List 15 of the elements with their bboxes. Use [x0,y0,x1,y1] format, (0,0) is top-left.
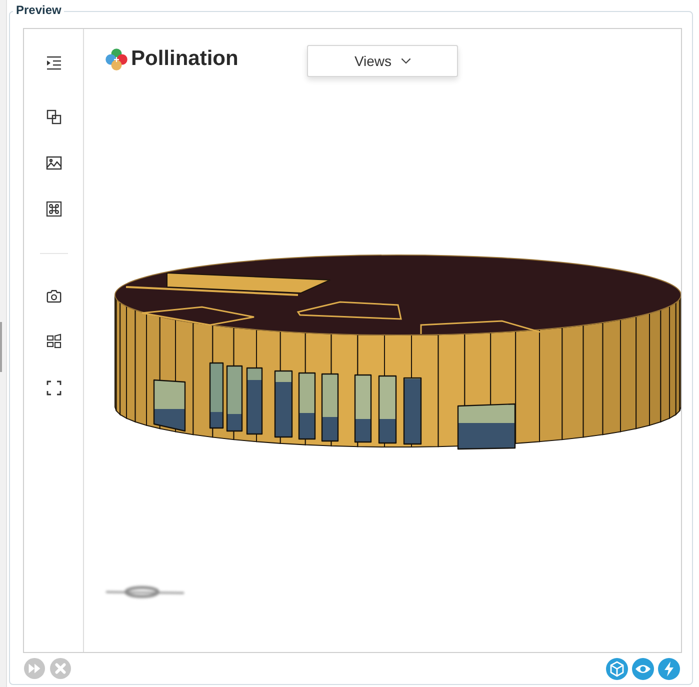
eye-icon[interactable] [632,658,654,680]
logo-icon [105,48,128,70]
lightning-icon[interactable] [658,658,680,680]
camera-icon[interactable] [46,288,62,304]
command-key-icon[interactable] [46,201,62,217]
indent-icon[interactable] [46,55,62,71]
chevron-down-icon [400,58,411,64]
fullscreen-icon[interactable] [46,380,62,396]
logo-text: Pollination [131,47,238,71]
overlapping-squares-icon[interactable] [46,109,62,125]
views-dropdown[interactable]: Views [307,45,458,77]
image-icon[interactable] [46,155,62,171]
panel-title: Preview [13,3,64,17]
tiles-icon[interactable] [46,333,62,349]
cube-icon[interactable] [606,658,628,680]
